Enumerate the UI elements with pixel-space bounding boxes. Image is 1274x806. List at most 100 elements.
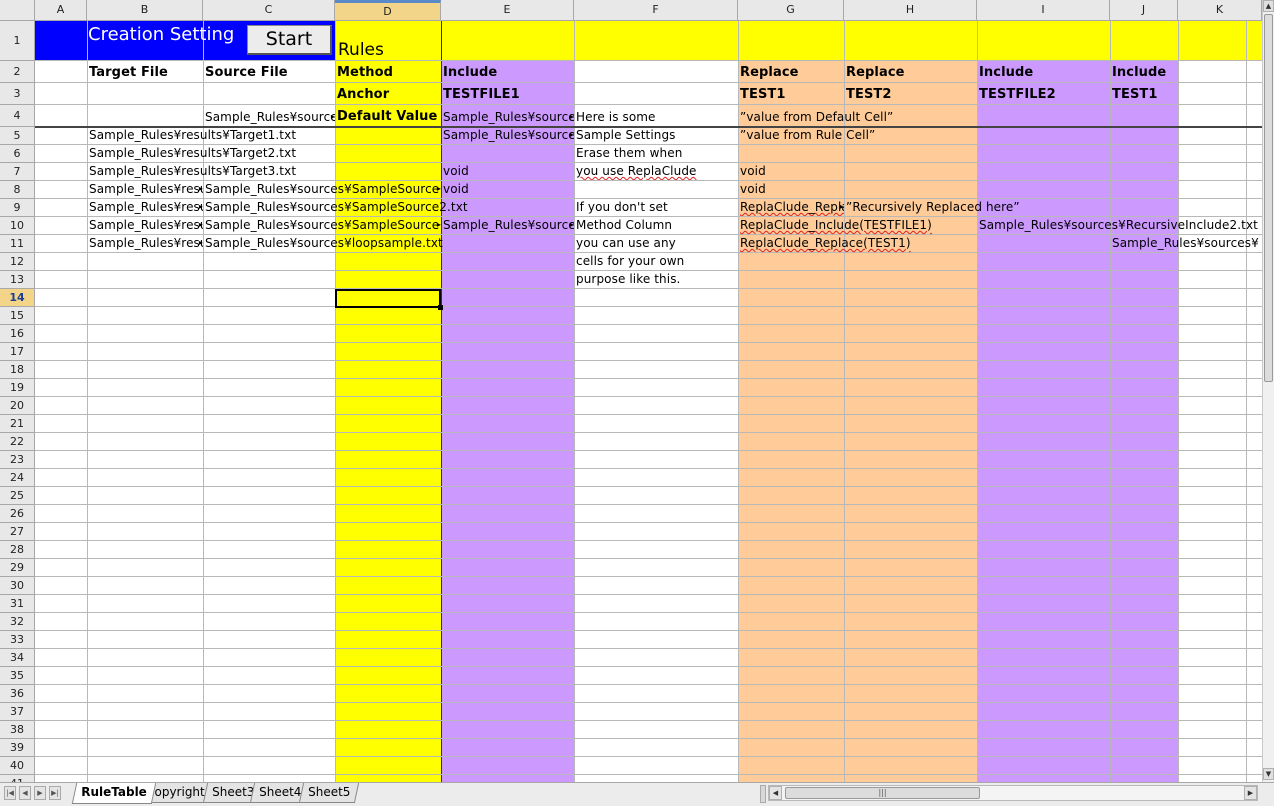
cell-h3[interactable]: TEST2 <box>845 86 977 104</box>
column-header-f[interactable]: F <box>574 0 738 21</box>
row-header[interactable]: 3 <box>0 83 35 105</box>
scroll-up-arrow-icon[interactable]: ▲ <box>1263 0 1274 12</box>
sheet-tab-ruletable[interactable]: RuleTable <box>71 783 156 804</box>
row-header[interactable]: 28 <box>0 541 35 559</box>
column-header-b[interactable]: B <box>87 0 203 21</box>
cell-e8[interactable]: void <box>442 180 574 198</box>
cell-d2[interactable]: Method <box>336 64 441 82</box>
last-sheet-icon[interactable]: ▶| <box>49 786 61 800</box>
column-header-g[interactable]: G <box>738 0 844 21</box>
row-header[interactable]: 41 <box>0 775 35 782</box>
row-header[interactable]: 10 <box>0 217 35 235</box>
cell-e5[interactable]: Sample_Rules¥sources <box>442 126 574 144</box>
column-header-h[interactable]: H <box>844 0 977 21</box>
row-header[interactable]: 6 <box>0 145 35 163</box>
cell-e7[interactable]: void <box>442 162 574 180</box>
column-header-i[interactable]: I <box>977 0 1110 21</box>
vertical-scroll-thumb[interactable] <box>1264 14 1273 382</box>
cell-i3[interactable]: TESTFILE2 <box>978 86 1110 104</box>
scroll-right-arrow-icon[interactable]: ▶ <box>1244 786 1257 800</box>
cell-c4[interactable]: Sample_Rules¥sources <box>204 108 335 126</box>
row-header[interactable]: 40 <box>0 757 35 775</box>
row-header[interactable]: 21 <box>0 415 35 433</box>
scroll-down-arrow-icon[interactable]: ▼ <box>1263 768 1274 780</box>
cell-f7[interactable]: you use ReplaClude <box>575 162 738 180</box>
cell-g11[interactable]: ReplaClude_Replace(TEST1) <box>739 234 911 252</box>
cell-c8[interactable]: Sample_Rules¥sources¥SampleSource <box>204 180 441 198</box>
cell-f13[interactable]: purpose like this. <box>575 270 738 288</box>
cell-c2[interactable]: Source File <box>204 64 335 82</box>
prev-sheet-icon[interactable]: ◀ <box>19 786 31 800</box>
cell-b8[interactable]: Sample_Rules¥results <box>88 180 203 198</box>
cell-b11[interactable]: Sample_Rules¥results <box>88 234 203 252</box>
next-sheet-icon[interactable]: ▶ <box>34 786 46 800</box>
row-header[interactable]: 17 <box>0 343 35 361</box>
active-cell-cursor[interactable] <box>335 289 443 310</box>
row-header[interactable]: 31 <box>0 595 35 613</box>
cell-i10[interactable]: Sample_Rules¥sources¥RecursiveInclude2.t… <box>978 216 1258 234</box>
cell-e10[interactable]: Sample_Rules¥sources <box>442 216 574 234</box>
row-header[interactable]: 9 <box>0 199 35 217</box>
row-header[interactable]: 8 <box>0 181 35 199</box>
row-header[interactable]: 5 <box>0 127 35 145</box>
vertical-scrollbar[interactable]: ▲ ▼ <box>1262 0 1274 782</box>
cell-g2[interactable]: Replace <box>739 64 844 82</box>
row-header[interactable]: 7 <box>0 163 35 181</box>
cell-b9[interactable]: Sample_Rules¥results <box>88 198 203 216</box>
column-header-j[interactable]: J <box>1110 0 1178 21</box>
row-header[interactable]: 37 <box>0 703 35 721</box>
row-header[interactable]: 2 <box>0 61 35 83</box>
cell-g8[interactable]: void <box>739 180 844 198</box>
cell-g5[interactable]: ”value from Rule Cell” <box>739 126 875 144</box>
cell-d3[interactable]: Anchor <box>336 86 441 104</box>
row-header[interactable]: 38 <box>0 721 35 739</box>
cell-b10[interactable]: Sample_Rules¥results <box>88 216 203 234</box>
row-header[interactable]: 22 <box>0 433 35 451</box>
cell-d4[interactable]: Default Value <box>336 108 441 126</box>
cell-j2[interactable]: Include <box>1111 64 1178 82</box>
tab-split-handle[interactable] <box>760 785 766 803</box>
cell-c9[interactable]: Sample_Rules¥sources¥SampleSource2.txt <box>204 198 468 216</box>
cell-f9[interactable]: If you don't set <box>575 198 738 216</box>
cell-f6[interactable]: Erase them when <box>575 144 738 162</box>
cell-f5[interactable]: Sample Settings <box>575 126 738 144</box>
start-button[interactable]: Start <box>247 25 332 55</box>
row-header[interactable]: 30 <box>0 577 35 595</box>
column-header-c[interactable]: C <box>203 0 335 21</box>
row-header[interactable]: 33 <box>0 631 35 649</box>
row-header[interactable]: 26 <box>0 505 35 523</box>
horizontal-scroll-thumb[interactable]: ||| <box>785 787 980 799</box>
cell-e3[interactable]: TESTFILE1 <box>442 86 574 104</box>
cell-b5[interactable]: Sample_Rules¥results¥Target1.txt <box>88 126 296 144</box>
cell-g7[interactable]: void <box>739 162 844 180</box>
row-header[interactable]: 24 <box>0 469 35 487</box>
cell-c10[interactable]: Sample_Rules¥sources¥SampleSource <box>204 216 441 234</box>
first-sheet-icon[interactable]: |◀ <box>4 786 16 800</box>
row-header[interactable]: 23 <box>0 451 35 469</box>
column-header-k[interactable]: K <box>1178 0 1262 21</box>
cell-i2[interactable]: Include <box>978 64 1110 82</box>
row-header[interactable]: 11 <box>0 235 35 253</box>
cell-e4[interactable]: Sample_Rules¥sources <box>442 108 574 126</box>
row-header[interactable]: 29 <box>0 559 35 577</box>
row-header[interactable]: 15 <box>0 307 35 325</box>
row-header[interactable]: 36 <box>0 685 35 703</box>
cell-b2[interactable]: Target File <box>88 64 203 82</box>
row-header[interactable]: 32 <box>0 613 35 631</box>
cell-j3[interactable]: TEST1 <box>1111 86 1178 104</box>
row-header[interactable]: 13 <box>0 271 35 289</box>
row-header[interactable]: 12 <box>0 253 35 271</box>
row-header[interactable]: 39 <box>0 739 35 757</box>
row-header[interactable]: 18 <box>0 361 35 379</box>
column-header-e[interactable]: E <box>441 0 574 21</box>
cell-c11[interactable]: Sample_Rules¥sources¥loopsample.txt <box>204 234 443 252</box>
cell-f10[interactable]: Method Column <box>575 216 738 234</box>
row-header[interactable]: 1 <box>0 21 35 61</box>
row-header[interactable]: 14 <box>0 289 35 307</box>
row-header[interactable]: 20 <box>0 397 35 415</box>
cell-g4[interactable]: ”value from Default Cell” <box>739 108 893 126</box>
cell-e2[interactable]: Include <box>442 64 574 82</box>
cell-f11[interactable]: you can use any <box>575 234 738 252</box>
scroll-left-arrow-icon[interactable]: ◀ <box>769 786 782 800</box>
cell-b6[interactable]: Sample_Rules¥results¥Target2.txt <box>88 144 296 162</box>
